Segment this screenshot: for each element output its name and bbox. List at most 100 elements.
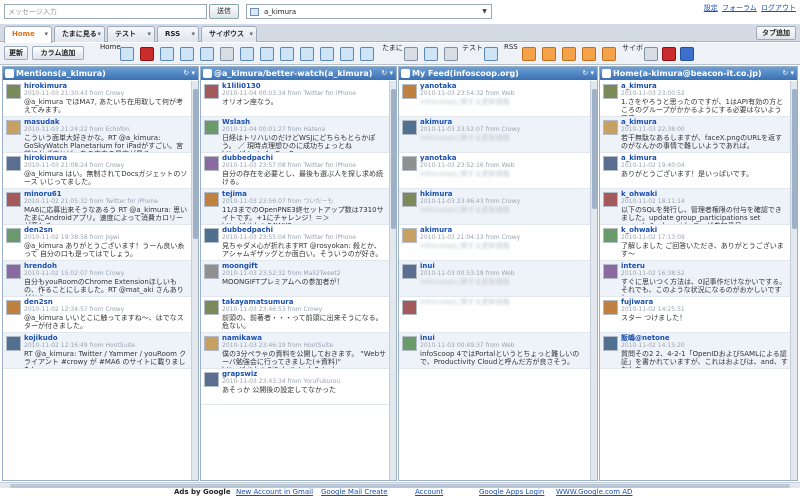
tweet-item[interactable]: a_kimura 2010-11-03 22:38:00 若干無駄なあるしますが、f… <box>600 117 790 153</box>
tweet-item[interactable]: k_ohwaki 2010-11-02 17:13:09 了解しました ご回答いただ… <box>600 225 790 261</box>
tweet-item[interactable]: den2sn 2010-11-02 19:38:58 from Jigwi @a_k… <box>3 225 191 261</box>
tweet-user[interactable]: namikawa <box>222 334 387 342</box>
tweet-item[interactable]: yanotaka 2010-11-03 23:54:32 from Web info… <box>399 81 590 117</box>
account-select[interactable]: a_kimura ▼ <box>246 4 492 19</box>
rss-icon[interactable] <box>602 47 616 61</box>
tweet-item[interactable]: kojikudo 2010-11-02 12:16:49 from HootSui… <box>3 333 191 369</box>
tweet-user[interactable]: a_kimura <box>621 154 788 162</box>
avatar[interactable] <box>204 336 219 351</box>
twitter-icon[interactable] <box>424 47 438 61</box>
tweet-user[interactable]: interu <box>621 262 788 270</box>
avatar[interactable] <box>204 264 219 279</box>
tweet-item[interactable]: k1lili0130 2010-11-04 00:03:34 from Twitt… <box>201 81 389 117</box>
tweet-item[interactable]: tejima 2010-11-03 23:56:07 from ついだーも 11/3… <box>201 189 389 225</box>
tweet-item[interactable]: a_kimura 2010-11-02 19:40:04 ありがとうございます！是い… <box>600 153 790 189</box>
twitter-icon[interactable] <box>160 47 174 61</box>
tweet-item[interactable]: a_kimura 2010-11-03 23:00:52 1.さをやろうと思ったので… <box>600 81 790 117</box>
ad-link[interactable]: WWW.Google.com AD <box>556 488 632 496</box>
tweet-item[interactable]: grapswiz 2010-11-03 23:43:34 from YoruFuk… <box>201 369 389 405</box>
tweet-user[interactable]: minoru61 <box>24 190 189 198</box>
ad-link[interactable]: Google Apps Login <box>479 488 544 496</box>
avatar[interactable] <box>6 228 21 243</box>
tweet-item[interactable]: Wslash 2010-11-04 00:01:27 from Hatena 日経は… <box>201 117 389 153</box>
twitter-icon[interactable] <box>120 47 134 61</box>
twitter-icon[interactable] <box>340 47 354 61</box>
cybozu-icon[interactable] <box>662 47 676 61</box>
tweet-item[interactable]: dubbedpachi 2010-11-03 23:57:08 from Twit… <box>201 153 389 189</box>
avatar[interactable] <box>6 264 21 279</box>
column-controls-icon[interactable]: ↻ ▾ <box>782 67 794 80</box>
avatar[interactable] <box>204 300 219 315</box>
twitter-icon[interactable] <box>240 47 254 61</box>
rss-icon[interactable] <box>582 47 596 61</box>
column-controls-icon[interactable]: ↻ ▾ <box>381 67 393 80</box>
column-controls-icon[interactable]: ↻ ▾ <box>582 67 594 80</box>
avatar[interactable] <box>603 228 618 243</box>
tweet-item[interactable]: masudak 2010-11-03 21:24:22 from Echofon こ… <box>3 117 191 153</box>
avatar[interactable] <box>204 228 219 243</box>
tab-test[interactable]: テスト ▾ <box>107 26 155 42</box>
avatar[interactable] <box>402 120 417 135</box>
rss-icon[interactable] <box>522 47 536 61</box>
tweet-user[interactable]: yanotaka <box>420 82 588 90</box>
tweet-item[interactable]: inui 2010-11-03 00:53:18 from Web infoscoo… <box>399 261 590 297</box>
avatar[interactable] <box>402 228 417 243</box>
column-controls-icon[interactable]: ↻ ▾ <box>183 67 195 80</box>
tweet-item[interactable]: inui 2010-11-03 00:49:37 from Web infoScoo… <box>399 333 590 369</box>
tweet-user[interactable]: fujiwara <box>621 298 788 306</box>
tweet-item[interactable]: hkimura 2010-11-03 23:46:43 from Crowy inf… <box>399 189 590 225</box>
twitter-icon[interactable] <box>180 47 194 61</box>
tweet-item[interactable]: dubbedpachi 2010-11-03 23:55:04 from Twit… <box>201 225 389 261</box>
tab-rss[interactable]: RSS ▾ <box>157 26 199 42</box>
twitter-icon[interactable] <box>360 47 374 61</box>
close-icon[interactable]: ▾ <box>44 27 48 41</box>
tweet-user[interactable]: hirokimura <box>24 154 189 162</box>
avatar[interactable] <box>402 336 417 351</box>
twitter-icon[interactable] <box>280 47 294 61</box>
avatar[interactable] <box>603 156 618 171</box>
ad-link[interactable]: Account <box>415 488 443 496</box>
tweet-item[interactable]: hirokimura 2010-11-03 21:30:43 from Crowy… <box>3 81 191 117</box>
tweet-user[interactable]: akimura <box>420 226 588 234</box>
window-icon[interactable] <box>680 47 694 61</box>
tweet-user[interactable]: den2sn <box>24 226 189 234</box>
tweet-item[interactable]: namikawa 2010-11-03 23:46:19 from HootSui… <box>201 333 389 369</box>
tweet-item[interactable]: minoru61 2010-11-02 21:05:32 from Twitter… <box>3 189 191 225</box>
avatar[interactable] <box>6 336 21 351</box>
twitter-icon[interactable] <box>260 47 274 61</box>
column-scrollbar[interactable] <box>790 81 797 480</box>
tweet-user[interactable]: yanotaka <box>420 154 588 162</box>
tweet-user[interactable]: tejima <box>222 190 387 198</box>
tweet-user[interactable]: a_kimura <box>621 82 788 90</box>
tweet-user[interactable]: den2sn <box>24 298 189 306</box>
tab-cybozu[interactable]: サイボウス ▾ <box>201 26 257 42</box>
tweet-user[interactable]: hrendoh <box>24 262 189 270</box>
avatar[interactable] <box>603 84 618 99</box>
tweet-item[interactable]: hrendoh 2010-11-02 15:02:07 from Crowy 自分も… <box>3 261 191 297</box>
twitter-icon[interactable] <box>200 47 214 61</box>
settings-link[interactable]: 設定 <box>704 4 718 12</box>
column-scrollbar[interactable] <box>389 81 396 480</box>
forum-link[interactable]: フォーラム <box>722 4 757 12</box>
tweet-item[interactable]: fujiwara 2010-11-02 14:25:51 スター つけました！ <box>600 297 790 333</box>
tweet-item[interactable]: yanotaka 2010-11-03 23:52:16 from Web info… <box>399 153 590 189</box>
tweet-user[interactable]: dubbedpachi <box>222 226 387 234</box>
avatar[interactable] <box>603 192 618 207</box>
tweet-item[interactable]: 飯嶋@netone 2010-11-02 14:15:20 質問その2 2、4-2-… <box>600 333 790 369</box>
message-input[interactable]: メッセージ入力 <box>4 4 207 19</box>
avatar[interactable] <box>6 84 21 99</box>
close-icon[interactable]: ▾ <box>249 27 253 41</box>
add-tab-button[interactable]: タブ追加 <box>756 26 796 40</box>
avatar[interactable] <box>402 264 417 279</box>
tweet-user[interactable]: k1lili0130 <box>222 82 387 90</box>
logout-link[interactable]: ログアウト <box>761 4 796 12</box>
column-scrollbar[interactable] <box>590 81 597 480</box>
tweet-user[interactable]: moongift <box>222 262 387 270</box>
tweet-user[interactable]: inui <box>420 334 588 342</box>
tab-home[interactable]: Home ▾ <box>4 26 52 43</box>
avatar[interactable] <box>204 84 219 99</box>
twitter-icon[interactable] <box>484 47 498 61</box>
tweet-item[interactable]: interu 2010-11-02 16:38:52 すぐに思いつく方法は、0記事作… <box>600 261 790 297</box>
tweet-user[interactable]: hirokimura <box>24 82 189 90</box>
close-icon[interactable]: ▾ <box>97 27 101 41</box>
